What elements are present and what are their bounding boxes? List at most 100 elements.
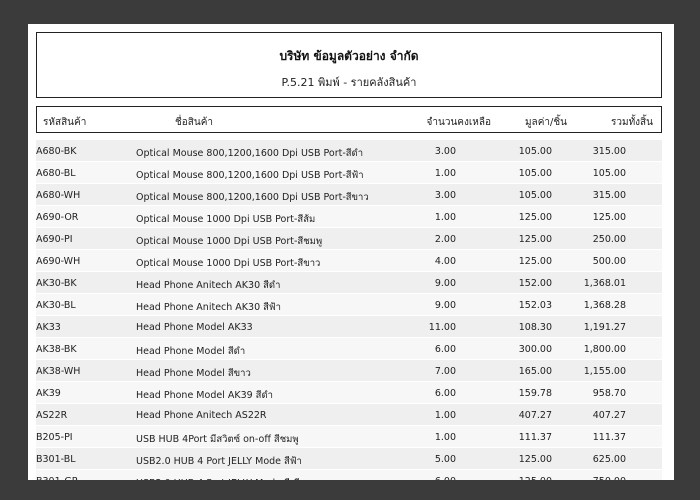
cell-price: 125.00 [518, 212, 552, 223]
cell-name: Optical Mouse 800,1200,1600 Dpi USB Port… [136, 170, 364, 181]
cell-name: Head Phone Model สีขาว [136, 368, 251, 379]
cell-qty: 7.00 [434, 366, 456, 377]
cell-total: 315.00 [592, 146, 626, 157]
cell-qty: 5.00 [434, 454, 456, 465]
cell-total: 958.70 [592, 388, 626, 399]
cell-name: Optical Mouse 1000 Dpi USB Port-สีส้ม [136, 214, 316, 225]
table-row: A690-PI Optical Mouse 1000 Dpi USB Port-ส… [36, 228, 662, 250]
cell-name: Optical Mouse 800,1200,1600 Dpi USB Port… [136, 192, 369, 203]
cell-total: 407.27 [592, 410, 626, 421]
cell-price: 300.00 [518, 344, 552, 355]
cell-qty: 9.00 [434, 300, 456, 311]
cell-price: 108.30 [518, 322, 552, 333]
cell-price: 125.00 [518, 234, 552, 245]
cell-code: AK30-BK [36, 278, 77, 289]
cell-qty: 1.00 [434, 168, 456, 179]
cell-total: 500.00 [592, 256, 626, 267]
cell-code: AK30-BL [36, 300, 76, 311]
cell-code: AK38-WH [36, 366, 81, 377]
table-row: AK38-BK Head Phone Model สีดำ 6.00 300.00 1,… [36, 338, 662, 360]
cell-code: AK39 [36, 388, 61, 399]
cell-code: B301-GR [36, 476, 78, 480]
cell-code: A680-WH [36, 190, 81, 201]
cell-name: Head Phone Anitech AK30 สีฟ้า [136, 302, 281, 313]
column-header-row: รหัสสินค้า ชื่อสินค้า จำนวนคงเหลือ มูลค่… [36, 106, 662, 133]
cell-price: 125.00 [519, 476, 552, 480]
cell-qty: 11.00 [428, 322, 456, 333]
cell-total: 105.00 [592, 168, 626, 179]
cell-name: USB HUB 4Port มีสวิตซ์ on-off สีชมพู [136, 434, 299, 445]
cell-qty: 6.00 [435, 476, 456, 480]
cell-qty: 6.00 [434, 344, 456, 355]
company-name: บริษัท ข้อมูลตัวอย่าง จำกัด [279, 49, 419, 63]
cell-qty: 4.00 [434, 256, 456, 267]
cell-name: USB2.0 HUB 4 Port JELLY Mode สีเขียว [136, 476, 310, 480]
cell-name: Optical Mouse 1000 Dpi USB Port-สีขาว [136, 258, 321, 269]
cell-total: 315.00 [592, 190, 626, 201]
cell-price: 105.00 [518, 168, 552, 179]
cell-price: 125.00 [518, 454, 552, 465]
column-header-code: รหัสสินค้า [43, 117, 87, 128]
cell-code: A690-PI [36, 234, 73, 245]
cell-total: 750.00 [593, 476, 626, 480]
column-header-price: มูลค่า/ชิ้น [524, 117, 567, 128]
table-row: A690-OR Optical Mouse 1000 Dpi USB Port-ส… [36, 206, 662, 228]
cell-total: 1,155.00 [583, 366, 626, 377]
table-body: A680-BK Optical Mouse 800,1200,1600 Dpi U… [36, 140, 662, 480]
cell-price: 105.00 [518, 190, 552, 201]
cell-price: 152.03 [518, 300, 552, 311]
cell-total: 250.00 [592, 234, 626, 245]
table-row: B205-PI USB HUB 4Port มีสวิตซ์ on-off สีช… [36, 426, 662, 448]
cell-name: USB2.0 HUB 4 Port JELLY Mode สีฟ้า [136, 456, 302, 467]
table-row: AK30-BK Head Phone Anitech AK30 สีดำ 9.00 1… [36, 272, 662, 294]
cell-price: 152.00 [518, 278, 552, 289]
cell-name: Head Phone Anitech AS22R [136, 410, 267, 421]
cell-qty: 1.00 [434, 432, 456, 443]
table-row: B301-BL USB2.0 HUB 4 Port JELLY Mode สีฟ้… [36, 448, 662, 470]
cell-code: A680-BL [36, 168, 76, 179]
cell-price: 165.00 [518, 366, 552, 377]
cell-total: 1,191.27 [583, 322, 626, 333]
cell-price: 159.78 [518, 388, 552, 399]
column-header-qty: จำนวนคงเหลือ [426, 117, 491, 128]
cell-qty: 2.00 [434, 234, 456, 245]
cell-qty: 6.00 [434, 388, 456, 399]
cell-qty: 9.00 [434, 278, 456, 289]
table-row: AK33 Head Phone Model AK33 11.00 108.30 1,19… [36, 316, 662, 338]
table-row: AK39 Head Phone Model AK39 สีดำ 6.00 159.78… [36, 382, 662, 404]
cell-name: Head Phone Model AK33 [136, 322, 253, 333]
table-row: A690-WH Optical Mouse 1000 Dpi USB Port-ส… [36, 250, 662, 272]
cell-price: 407.27 [518, 410, 552, 421]
cell-price: 105.00 [518, 146, 552, 157]
cell-name: Optical Mouse 800,1200,1600 Dpi USB Port… [136, 148, 364, 159]
cell-name: Head Phone Model AK39 สีดำ [136, 390, 273, 401]
table-row: A680-BK Optical Mouse 800,1200,1600 Dpi U… [36, 140, 662, 162]
cell-code: A690-WH [36, 256, 81, 267]
cell-total: 1,368.28 [583, 300, 626, 311]
cell-name: Head Phone Model สีดำ [136, 346, 246, 357]
table-row: A680-BL Optical Mouse 800,1200,1600 Dpi U… [36, 162, 662, 184]
cell-qty: 1.00 [434, 212, 456, 223]
cell-qty: 3.00 [434, 146, 456, 157]
cell-qty: 3.00 [434, 190, 456, 201]
table-row: A680-WH Optical Mouse 800,1200,1600 Dpi U… [36, 184, 662, 206]
table-row: B301-GR USB2.0 HUB 4 Port JELLY Mode สีเข… [36, 470, 662, 480]
cell-code: A680-BK [36, 146, 77, 157]
cell-code: A690-OR [36, 212, 79, 223]
cell-price: 111.37 [518, 432, 552, 443]
cell-total: 1,800.00 [583, 344, 626, 355]
column-header-name: ชื่อสินค้า [175, 117, 214, 128]
cell-code: AS22R [36, 410, 68, 421]
report-title: P.5.21 พิมพ์ - รายคลังสินค้า [281, 76, 417, 89]
cell-total: 1,368.01 [583, 278, 626, 289]
cell-total: 125.00 [592, 212, 626, 223]
cell-name: Optical Mouse 1000 Dpi USB Port-สีชมพู [136, 236, 323, 247]
table-row: AK38-WH Head Phone Model สีขาว 7.00 165.00 1… [36, 360, 662, 382]
cell-code: AK38-BK [36, 344, 77, 355]
cell-total: 625.00 [592, 454, 626, 465]
cell-code: B301-BL [36, 454, 76, 465]
cell-code: B205-PI [36, 432, 73, 443]
column-header-total: รวมทั้งสิ้น [611, 117, 653, 128]
cell-total: 111.37 [592, 432, 626, 443]
report-page: บริษัท ข้อมูลตัวอย่าง จำกัด P.5.21 พิมพ์… [28, 24, 674, 480]
